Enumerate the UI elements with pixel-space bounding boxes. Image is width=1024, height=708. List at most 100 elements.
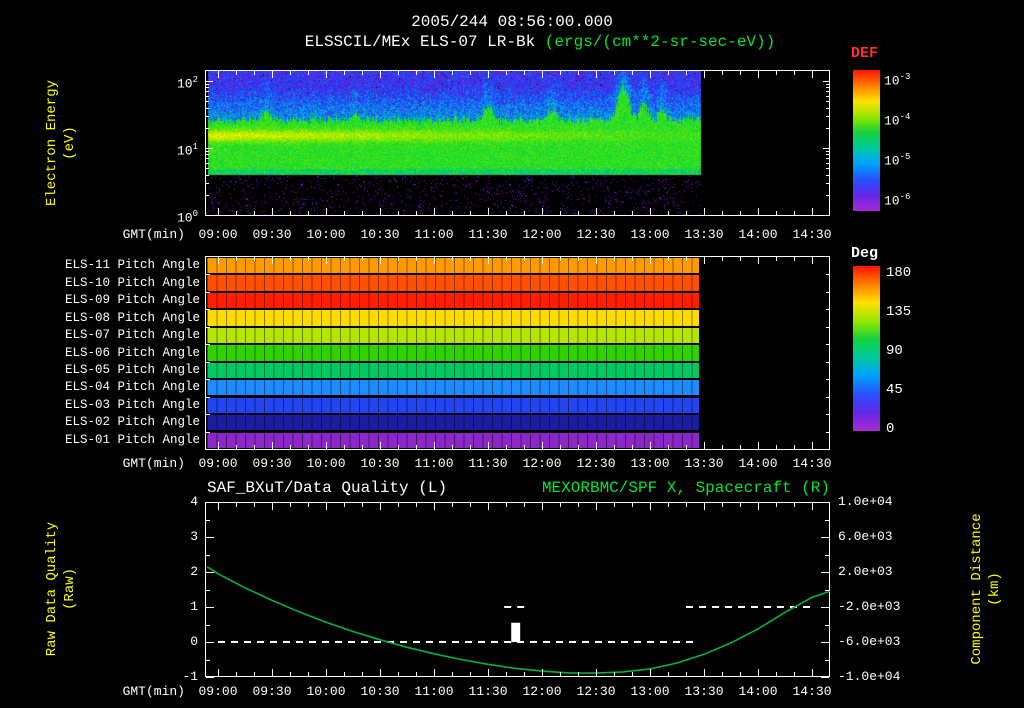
tick-mark (206, 589, 210, 591)
spacecraft-x-distance-curve (206, 566, 830, 674)
tick-mark (206, 327, 210, 328)
tick-mark (740, 71, 741, 75)
quality-axis-label: Raw Data Quality (Raw) (43, 489, 83, 689)
tick-mark (650, 442, 651, 449)
tick-mark (506, 672, 507, 676)
tick-mark (308, 257, 309, 261)
tick-mark (380, 71, 381, 78)
tick-mark (542, 71, 543, 78)
pitch-row-bar (207, 310, 699, 326)
tick-mark (218, 208, 219, 215)
tick-mark (524, 672, 525, 676)
pitch-row-bar (207, 327, 699, 344)
pitch-row-bar (207, 292, 699, 309)
tick-mark (632, 211, 633, 215)
tick-mark (578, 445, 579, 449)
tick-mark (290, 257, 291, 261)
tick-mark (668, 503, 669, 507)
tick-mark (596, 669, 597, 676)
tick-mark (326, 257, 327, 264)
tick-mark (542, 669, 543, 676)
tick-mark (218, 71, 219, 78)
tick-mark (452, 445, 453, 449)
tick-mark (206, 624, 210, 626)
tick-mark (206, 677, 214, 678)
tick-mark (236, 211, 237, 215)
tick-mark (362, 71, 363, 75)
pitch-row-label: ELS-08 Pitch Angle (64, 310, 200, 325)
tick-mark (794, 445, 795, 449)
tick-mark (206, 502, 214, 503)
tick-mark (308, 71, 309, 75)
tick-mark (704, 669, 705, 676)
spectrogram-time-tick-label: 10:00 (306, 227, 346, 242)
energy-tick-label: 101 (176, 142, 198, 159)
energy-tick-label: 100 (176, 209, 198, 226)
tick-mark (290, 71, 291, 75)
pitch-time-tick-label: 11:00 (414, 456, 454, 471)
pitch-time-tick-label: 13:00 (630, 456, 670, 471)
tick-mark (826, 163, 829, 164)
tick-mark (826, 168, 829, 169)
tick-mark (470, 211, 471, 215)
tick-mark (206, 379, 210, 380)
pitch-row-label: ELS-02 Pitch Angle (64, 415, 200, 430)
pitch-time-tick-label: 10:30 (360, 456, 400, 471)
deg-colorbar-tick-label: 90 (886, 343, 903, 359)
flux-colorbar-tick-label: 10-6 (884, 192, 911, 209)
tick-mark (362, 445, 363, 449)
tick-mark (614, 503, 615, 507)
tick-mark (326, 208, 327, 215)
tick-mark (776, 672, 777, 676)
quality-time-tick-label: 13:00 (630, 684, 670, 699)
pitch-gmt-axis-label: GMT(min) (122, 456, 185, 471)
quality-time-tick-label: 09:30 (252, 684, 292, 699)
tick-mark (758, 669, 759, 676)
tick-mark (488, 71, 489, 78)
tick-mark (825, 554, 829, 556)
tick-mark (826, 158, 829, 159)
tick-mark (614, 71, 615, 75)
distance-tick-label: 2.0e+03 (838, 564, 893, 579)
tick-mark (416, 445, 417, 449)
tick-mark (434, 71, 435, 78)
tick-mark (206, 84, 209, 85)
tick-mark (206, 362, 210, 363)
quality-time-tick-label: 12:30 (576, 684, 616, 699)
tick-mark (470, 445, 471, 449)
tick-mark (506, 257, 507, 261)
tick-mark (434, 503, 435, 510)
tick-mark (650, 669, 651, 676)
pitch-colorbar (853, 266, 880, 431)
tick-mark (686, 672, 687, 676)
tick-mark (686, 257, 687, 261)
spectrogram-time-tick-label: 11:30 (468, 227, 508, 242)
tick-mark (380, 208, 381, 215)
tick-mark (596, 503, 597, 510)
tick-mark (740, 211, 741, 215)
energy-tick-label: 102 (176, 75, 198, 92)
tick-mark (826, 175, 829, 176)
tick-mark (206, 81, 213, 82)
tick-mark (668, 211, 669, 215)
tick-mark (704, 208, 705, 215)
tick-mark (812, 442, 813, 449)
tick-mark (632, 445, 633, 449)
tick-mark (362, 672, 363, 676)
tick-mark (206, 163, 209, 164)
tick-mark (821, 572, 829, 573)
tick-mark (826, 432, 830, 433)
tick-mark (524, 211, 525, 215)
tick-mark (794, 257, 795, 261)
tick-mark (416, 71, 417, 75)
tick-mark (206, 101, 209, 102)
tick-mark (206, 154, 209, 155)
quality-distance-chart (206, 566, 830, 674)
tick-mark (344, 211, 345, 215)
tick-mark (308, 503, 309, 507)
quality-tick-label: -1 (182, 669, 198, 684)
tick-mark (416, 503, 417, 507)
tick-mark (206, 168, 209, 169)
tick-mark (434, 669, 435, 676)
quality-time-tick-label: 09:00 (198, 684, 238, 699)
